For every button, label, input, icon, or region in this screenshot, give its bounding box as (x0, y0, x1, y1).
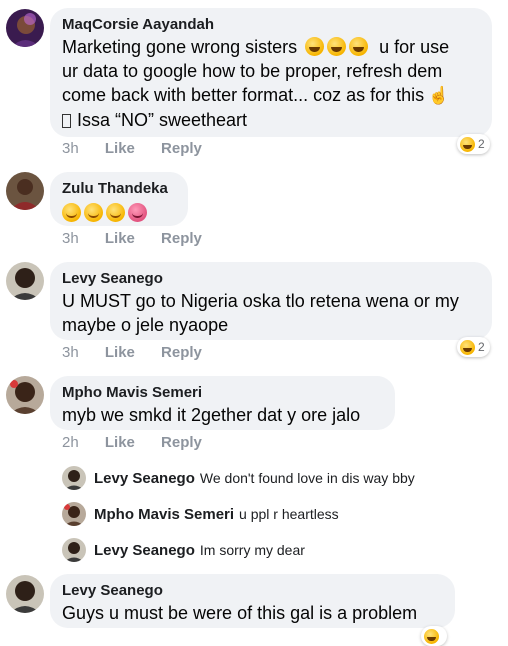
like-button[interactable]: Like (105, 434, 135, 451)
comment-author[interactable]: Levy Seanego (62, 269, 480, 289)
missing-glyph-box (62, 114, 71, 128)
comment-text: Issa “NO” sweetheart (62, 108, 480, 132)
comment-time: 2h (62, 434, 79, 451)
smiling-face-emoji (84, 203, 103, 222)
comment-author[interactable]: Mpho Mavis Semeri (62, 383, 383, 403)
comment-text: come back with better format... coz as f… (62, 83, 480, 108)
comment-meta: 3h Like Reply (62, 230, 224, 247)
comment-bubble: MaqCorsie Aayandah Marketing gone wrong … (50, 8, 492, 137)
grinning-face-emoji (305, 37, 325, 56)
reply-author[interactable]: Mpho Mavis Semeri (94, 506, 234, 523)
reply-text: u ppl r heartless (239, 506, 339, 522)
comment-author[interactable]: MaqCorsie Aayandah (62, 15, 480, 35)
bug-emoji (128, 203, 147, 222)
comment-text: Marketing gone wrong sisters u for use (62, 37, 450, 57)
reply-item: Levy Seanego Im sorry my dear (94, 540, 305, 561)
comment-text: U MUST go to Nigeria oska tlo retena wen… (62, 291, 459, 311)
pointing-up-hand-emoji: ☝ (428, 86, 450, 105)
comment-meta: 3h Like Reply (62, 140, 224, 157)
reaction-count[interactable]: 2 (457, 337, 490, 357)
grinning-face-emoji (327, 37, 347, 56)
like-button[interactable]: Like (105, 230, 135, 247)
reply-text: We don't found love in dis way bby (199, 470, 415, 486)
reaction-count[interactable] (421, 626, 447, 646)
comment-bubble: Levy Seanego U MUST go to Nigeria oska t… (50, 262, 492, 340)
haha-reaction-icon (424, 628, 439, 644)
avatar[interactable] (6, 575, 44, 613)
comment-bubble: Mpho Mavis Semeri myb we smkd it 2gether… (50, 376, 395, 430)
comment-time: 3h (62, 140, 79, 157)
comment-meta: 2h Like Reply (62, 434, 224, 451)
comment-time: 3h (62, 230, 79, 247)
reply-button[interactable]: Reply (161, 344, 202, 361)
avatar[interactable] (62, 466, 86, 490)
comment-text: Guys u must be were of this gal is a pro… (62, 603, 418, 623)
reply-item: Mpho Mavis Semeri u ppl r heartless (94, 504, 339, 525)
reply-button[interactable]: Reply (161, 230, 202, 247)
avatar[interactable] (62, 502, 86, 526)
avatar[interactable] (6, 262, 44, 300)
reaction-count[interactable]: 2 (457, 134, 490, 154)
haha-reaction-icon (460, 339, 475, 355)
reply-button[interactable]: Reply (161, 434, 202, 451)
smiling-face-emoji (106, 203, 125, 222)
like-button[interactable]: Like (105, 344, 135, 361)
comment-text (62, 201, 176, 225)
smiling-face-emoji (62, 203, 81, 222)
comment-meta: 3h Like Reply (62, 344, 224, 361)
reply-text: Im sorry my dear (199, 542, 305, 558)
comment-text: ur data to google how to be proper, refr… (62, 61, 443, 81)
comment-text: myb we smkd it 2gether dat y ore jalo (62, 405, 361, 425)
avatar[interactable] (6, 172, 44, 210)
reply-author[interactable]: Levy Seanego (94, 542, 195, 559)
comment-author[interactable]: Levy Seanego (62, 581, 443, 601)
comment-author[interactable]: Zulu Thandeka (62, 179, 176, 199)
grinning-face-emoji (349, 37, 369, 56)
comment-time: 3h (62, 344, 79, 361)
avatar[interactable] (62, 538, 86, 562)
reply-item: Levy Seanego We don't found love in dis w… (94, 468, 415, 489)
comment-bubble: Levy Seanego Guys u must be were of this… (50, 574, 455, 628)
haha-reaction-icon (460, 136, 475, 152)
comment-text: maybe o jele nyaope (62, 315, 229, 335)
avatar[interactable] (6, 376, 44, 414)
comment-bubble: Zulu Thandeka (50, 172, 188, 226)
reply-author[interactable]: Levy Seanego (94, 470, 195, 487)
avatar[interactable] (6, 9, 44, 47)
reply-button[interactable]: Reply (161, 140, 202, 157)
like-button[interactable]: Like (105, 140, 135, 157)
